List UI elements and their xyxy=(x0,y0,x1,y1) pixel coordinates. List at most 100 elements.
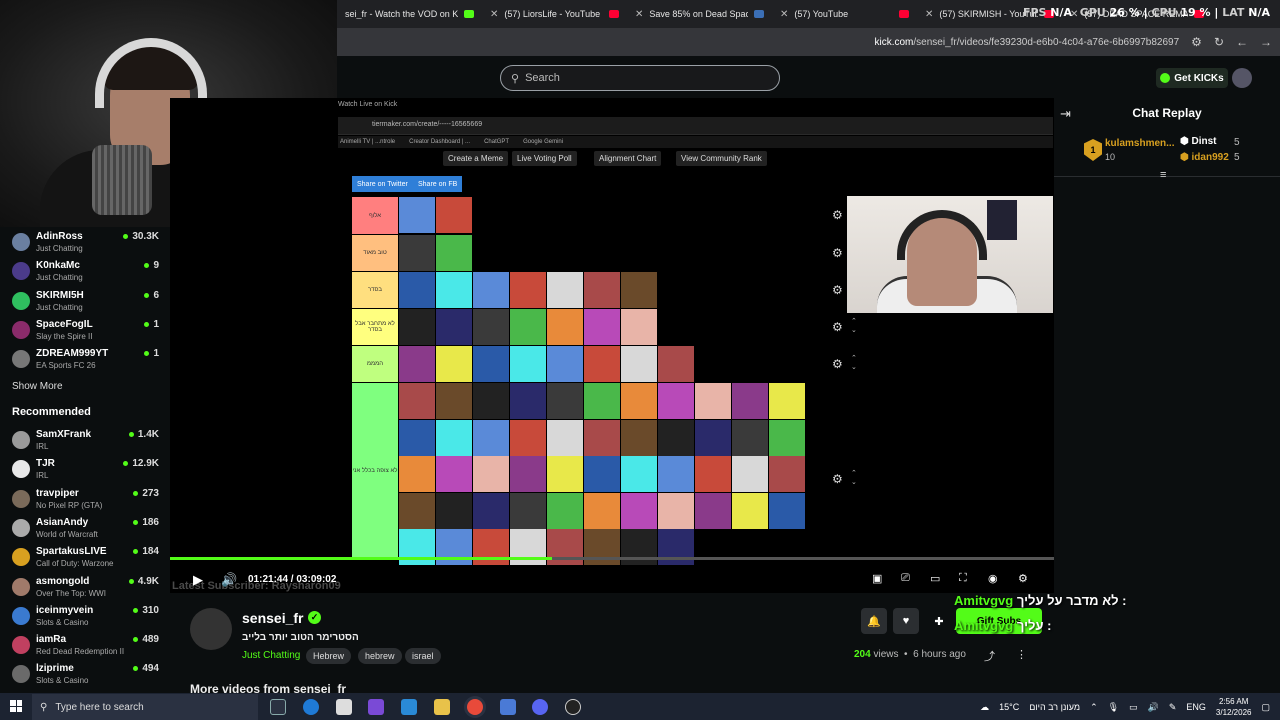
sidebar-channel[interactable]: SamXFrank IRL 1.4K xyxy=(12,427,162,455)
obs-icon[interactable] xyxy=(565,699,581,715)
show-more-link[interactable]: Show More xyxy=(12,381,63,392)
forward-icon[interactable]: → xyxy=(1260,35,1272,49)
sidebar-channel[interactable]: TJR IRL 12.9K xyxy=(12,456,162,484)
tier-tile xyxy=(436,272,472,308)
theater-icon[interactable]: ▭ xyxy=(930,572,940,585)
left-sidebar: AdinRoss Just Chatting 30.3K K0nkaMc Just Ch… xyxy=(0,227,170,693)
stream-info xyxy=(170,593,1054,693)
tier-tile xyxy=(473,383,509,419)
live-dot-icon xyxy=(133,666,139,672)
tag-chip[interactable]: Hebrew xyxy=(306,648,352,664)
notification-bell-icon[interactable]: 🔔 xyxy=(861,608,887,634)
follow-heart-icon[interactable]: ♥ xyxy=(893,608,919,634)
tier-tile xyxy=(399,419,435,456)
leader-name[interactable]: ⬢ idan992 xyxy=(1180,152,1229,163)
pip-icon[interactable]: ▣ xyxy=(872,572,882,585)
gift-icon[interactable]: ✚ xyxy=(926,608,952,634)
get-kicks-button[interactable]: Get KICKs xyxy=(1156,68,1228,88)
copilot-icon[interactable] xyxy=(368,699,384,715)
sidebar-channel[interactable]: AsianAndy World of Warcraft 186 xyxy=(12,515,162,543)
sidebar-channel[interactable]: lziprime Slots & Casino 494 xyxy=(12,661,162,689)
volume-icon[interactable]: 🔊 xyxy=(1148,702,1159,713)
channel-name: TJR xyxy=(36,458,55,470)
sidebar-channel[interactable]: SpartakusLIVE Call of Duty: Warzone 184 xyxy=(12,544,162,572)
chrome-icon[interactable] xyxy=(467,699,483,715)
file-explorer-icon[interactable] xyxy=(434,699,450,715)
tier-tile xyxy=(621,419,657,456)
tier-tile xyxy=(584,346,620,382)
browser-tab[interactable]: ✕ (57) YouTube xyxy=(772,0,917,28)
mic-icon[interactable]: 🎙 xyxy=(1108,702,1119,713)
channel-category: World of Warcraft xyxy=(36,529,98,539)
volume-icon[interactable]: 🔊 xyxy=(221,572,237,588)
channel-name: AsianAndy xyxy=(36,516,89,528)
tag-chip[interactable]: israel xyxy=(405,648,441,664)
leader-points: 10 xyxy=(1105,152,1116,162)
search-input[interactable]: ⚲ Search xyxy=(500,65,780,91)
streamer-name[interactable]: sensei_fr xyxy=(242,610,303,626)
weather-icon: ☁ xyxy=(980,701,990,712)
channel-name: SKIRMI5H xyxy=(36,289,84,301)
tier-tile xyxy=(436,492,472,529)
browser-tab[interactable]: ✕ Save 85% on Dead Space on St xyxy=(627,0,772,28)
live-dot-icon xyxy=(144,263,150,269)
tier-tile xyxy=(584,456,620,492)
tier-tile xyxy=(769,419,805,456)
sidebar-channel[interactable]: AdinRoss Just Chatting 30.3K xyxy=(12,229,162,257)
sidebar-channel[interactable]: ZDREAM999YT EA Sports FC 26 1 xyxy=(12,346,162,374)
taskbar-search[interactable]: ⚲ Type here to search xyxy=(32,694,258,720)
streamer-avatar[interactable] xyxy=(190,608,232,650)
play-icon[interactable]: ▶ xyxy=(193,572,203,588)
fullscreen-icon[interactable]: ⛶ xyxy=(959,572,967,585)
settings-gear-icon[interactable]: ⚙ xyxy=(1018,572,1028,585)
user-avatar[interactable] xyxy=(1232,68,1252,88)
sidebar-channel[interactable]: iamRa Red Dead Redemption II 489 xyxy=(12,632,162,660)
tier-tile xyxy=(695,383,731,419)
store-icon[interactable] xyxy=(336,699,352,715)
sidebar-channel[interactable]: SpaceFogIL Slay the Spire II 1 xyxy=(12,317,162,345)
close-tab-icon[interactable]: ✕ xyxy=(635,9,643,20)
browser-tab[interactable]: ✕ (57) LiorsLife - YouTube xyxy=(482,0,627,28)
language-indicator[interactable]: ENG xyxy=(1186,702,1206,712)
close-tab-icon[interactable]: ✕ xyxy=(925,9,933,20)
tray-chevron-icon[interactable]: ⌃ xyxy=(1090,702,1098,713)
sidebar-channel[interactable]: K0nkaMc Just Chatting 9 xyxy=(12,258,162,286)
reload-icon[interactable]: ↻ xyxy=(1214,35,1224,49)
expand-leaderboard-icon[interactable]: ≡ xyxy=(1160,169,1166,181)
share-icon[interactable]: ⤴ xyxy=(984,648,995,664)
back-icon[interactable]: ← xyxy=(1236,35,1248,49)
speed-icon[interactable]: ◉ xyxy=(988,572,998,585)
sidebar-channel[interactable]: iceinmyvein Slots & Casino 310 xyxy=(12,603,162,631)
viewer-count: 310 xyxy=(133,605,159,616)
browser-tab[interactable]: sei_fr - Watch the VOD on K xyxy=(337,0,482,28)
tier-tile xyxy=(436,235,472,271)
category-link[interactable]: Just Chatting xyxy=(242,650,300,661)
pen-icon[interactable]: ✎ xyxy=(1169,702,1177,713)
sidebar-channel[interactable]: asmongold Over The Top: WWI 4.9K xyxy=(12,574,162,602)
tab-favicon-icon xyxy=(754,10,764,18)
channel-name: travpiper xyxy=(36,487,79,499)
leader-name[interactable]: ⬢ Dinst xyxy=(1180,136,1217,147)
clock[interactable]: 2:56 AM 3/12/2026 xyxy=(1216,696,1252,718)
edge-icon[interactable] xyxy=(303,699,319,715)
clip-icon[interactable]: ⎚ xyxy=(901,572,910,585)
app-icon[interactable] xyxy=(500,699,516,715)
leader-name[interactable]: kulamshmen... xyxy=(1105,138,1174,149)
sidebar-channel[interactable]: travpiper No Pixel RP (GTA) 273 xyxy=(12,486,162,514)
notifications-icon[interactable]: ▢ xyxy=(1261,702,1270,713)
url-text[interactable]: kick.com/sensei_fr/videos/fe39230d-e6b0-… xyxy=(875,37,1180,48)
tag-chip[interactable]: hebrew xyxy=(358,648,402,664)
more-options-icon[interactable]: ⋮ xyxy=(1016,648,1027,661)
site-settings-icon[interactable]: ⚙ xyxy=(1191,35,1202,49)
channel-category: Just Chatting xyxy=(36,273,83,283)
close-tab-icon[interactable]: ✕ xyxy=(780,9,788,20)
tier-tile xyxy=(584,419,620,456)
close-tab-icon[interactable]: ✕ xyxy=(490,9,498,20)
viewer-count: 186 xyxy=(133,517,159,528)
photos-icon[interactable] xyxy=(401,699,417,715)
sidebar-channel[interactable]: SKIRMI5H Just Chatting 6 xyxy=(12,288,162,316)
task-view-icon[interactable] xyxy=(270,699,286,715)
discord-icon[interactable] xyxy=(532,699,548,715)
network-icon[interactable]: ▭ xyxy=(1129,702,1138,713)
windows-start-icon[interactable] xyxy=(10,700,22,712)
